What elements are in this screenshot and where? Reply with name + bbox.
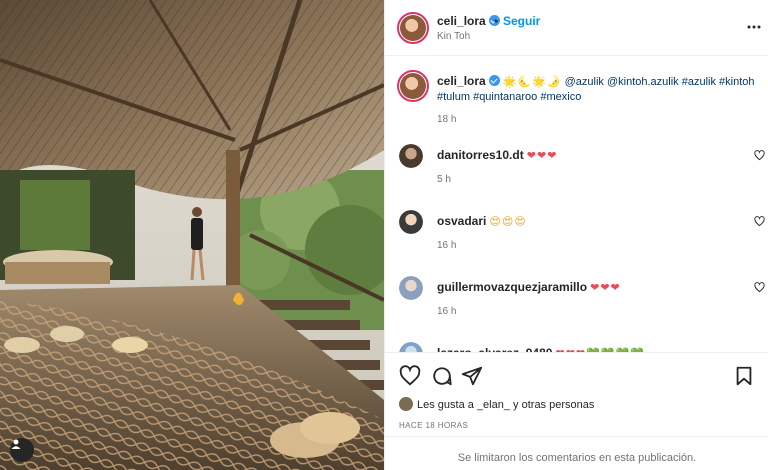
post-header: celi_lora • Seguir Kin Toh bbox=[385, 0, 768, 56]
caption-username[interactable]: celi_lora bbox=[437, 74, 486, 88]
caption-avatar[interactable] bbox=[397, 70, 429, 102]
comment-username[interactable]: danitorres10.dt bbox=[437, 148, 524, 162]
bookmark-icon[interactable] bbox=[733, 365, 755, 387]
separator-dot: • bbox=[494, 14, 499, 28]
share-icon[interactable] bbox=[461, 365, 483, 387]
treehouse-photo bbox=[0, 0, 384, 470]
location-link[interactable]: Kin Toh bbox=[437, 31, 470, 42]
comment-body: ❤❤❤ bbox=[526, 149, 558, 162]
liker-avatar bbox=[399, 397, 413, 411]
post-photo[interactable] bbox=[0, 0, 384, 470]
post-actions: Les gusta a _elan_ y otras personas HACE… bbox=[385, 352, 768, 436]
author-avatar[interactable] bbox=[397, 12, 429, 44]
heart-icon[interactable] bbox=[754, 216, 765, 227]
comment-body: 😍😍😍 bbox=[489, 215, 527, 228]
comment-username[interactable]: guillermovazquezjaramillo bbox=[437, 280, 587, 294]
likes-prefix: Les gusta a bbox=[417, 399, 474, 411]
post-timestamp: HACE 18 HORAS bbox=[399, 421, 469, 430]
more-options-icon[interactable] bbox=[747, 20, 761, 34]
comment-time: 16 h bbox=[437, 306, 457, 317]
comments-disabled-notice: Se limitaron los comentarios en esta pub… bbox=[385, 436, 768, 470]
liker-username[interactable]: _elan_ bbox=[477, 399, 510, 411]
caption-time: 18 h bbox=[437, 114, 457, 125]
comment-icon[interactable] bbox=[431, 365, 453, 387]
comment-username[interactable]: osvadari bbox=[437, 214, 486, 228]
likes-summary[interactable]: Les gusta a _elan_ y otras personas bbox=[399, 397, 594, 411]
tag-user-icon[interactable] bbox=[10, 438, 34, 462]
comment-item: guillermovazquezjaramillo ❤❤❤ 16 h bbox=[385, 276, 768, 336]
follow-button[interactable]: Seguir bbox=[503, 14, 540, 28]
comment-item: osvadari 😍😍😍 16 h bbox=[385, 210, 768, 270]
author-username-wrap[interactable]: celi_lora bbox=[437, 14, 500, 28]
comment-text: danitorres10.dt ❤❤❤ bbox=[437, 148, 557, 162]
comment-avatar[interactable] bbox=[399, 342, 423, 352]
comment-avatar[interactable] bbox=[399, 210, 423, 234]
comment-item: lazaro_alvarez_9480 ❤❤❤💚💚💚💚 bbox=[385, 342, 768, 352]
verified-icon bbox=[488, 75, 500, 86]
comment-time: 5 h bbox=[437, 174, 451, 185]
post-side-panel: celi_lora • Seguir Kin Toh celi_lora 🌟🌜🌟… bbox=[384, 0, 768, 470]
comment-item: danitorres10.dt ❤❤❤ 5 h bbox=[385, 144, 768, 204]
comments-list[interactable]: celi_lora 🌟🌜🌟🌛 @azulik @kintoh.azulik #a… bbox=[385, 56, 768, 352]
comment-avatar[interactable] bbox=[399, 276, 423, 300]
comment-text: osvadari 😍😍😍 bbox=[437, 214, 527, 228]
comment-time: 16 h bbox=[437, 240, 457, 251]
comment-avatar[interactable] bbox=[399, 144, 423, 168]
caption-emojis: 🌟🌜🌟🌛 bbox=[502, 75, 562, 88]
heart-icon[interactable] bbox=[399, 365, 421, 387]
heart-icon[interactable] bbox=[754, 282, 765, 293]
likes-suffix[interactable]: y otras personas bbox=[513, 399, 594, 411]
caption-text: celi_lora 🌟🌜🌟🌛 @azulik @kintoh.azulik #a… bbox=[437, 74, 757, 105]
comment-body: ❤❤❤ bbox=[590, 281, 621, 294]
author-username[interactable]: celi_lora bbox=[437, 14, 486, 28]
heart-icon[interactable] bbox=[754, 150, 765, 161]
comment-text: guillermovazquezjaramillo ❤❤❤ bbox=[437, 280, 621, 294]
